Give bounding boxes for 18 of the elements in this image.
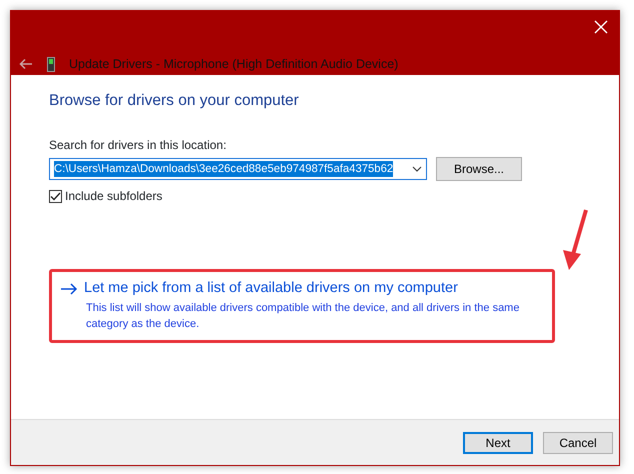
checkbox-label: Include subfolders — [65, 188, 162, 206]
location-label: Search for drivers in this location: — [49, 137, 228, 154]
pick-option-highlight[interactable]: Let me pick from a list of available drivers on my computer This list will show available drivers compatible with the device, and all drivers in the same category as the device. — [49, 269, 555, 343]
dropdown-caret-icon[interactable] — [412, 166, 422, 172]
right-arrow-icon — [60, 283, 78, 296]
dialog-button[interactable]: Cancel — [543, 432, 613, 454]
path-combo-field[interactable]: C:\Users\Hamza\Downloads\3ee26ced88e5eb974987f5afa4375b62 — [49, 158, 427, 180]
device-icon — [47, 56, 55, 72]
browse-button[interactable]: Browse... — [436, 157, 522, 182]
option-title[interactable]: Let me pick from a list of available drivers on my computer — [84, 278, 458, 300]
window-title: Update Drivers - Microphone (High Definition Audio Device) — [69, 56, 398, 73]
path-value: C:\Users\Hamza\Downloads\3ee26ced88e5eb974987f5afa4375b62 — [54, 161, 394, 178]
option-description: This list will show available drivers compatible with the device, and all drivers in the same category as the device. — [86, 301, 520, 332]
close-icon[interactable] — [593, 19, 609, 35]
include-subfolders-checkbox[interactable] — [49, 190, 62, 203]
back-arrow-icon[interactable] — [19, 58, 33, 70]
page-heading: Browse for drivers on your computer — [49, 91, 300, 111]
dialog-button[interactable]: Next — [463, 432, 533, 454]
